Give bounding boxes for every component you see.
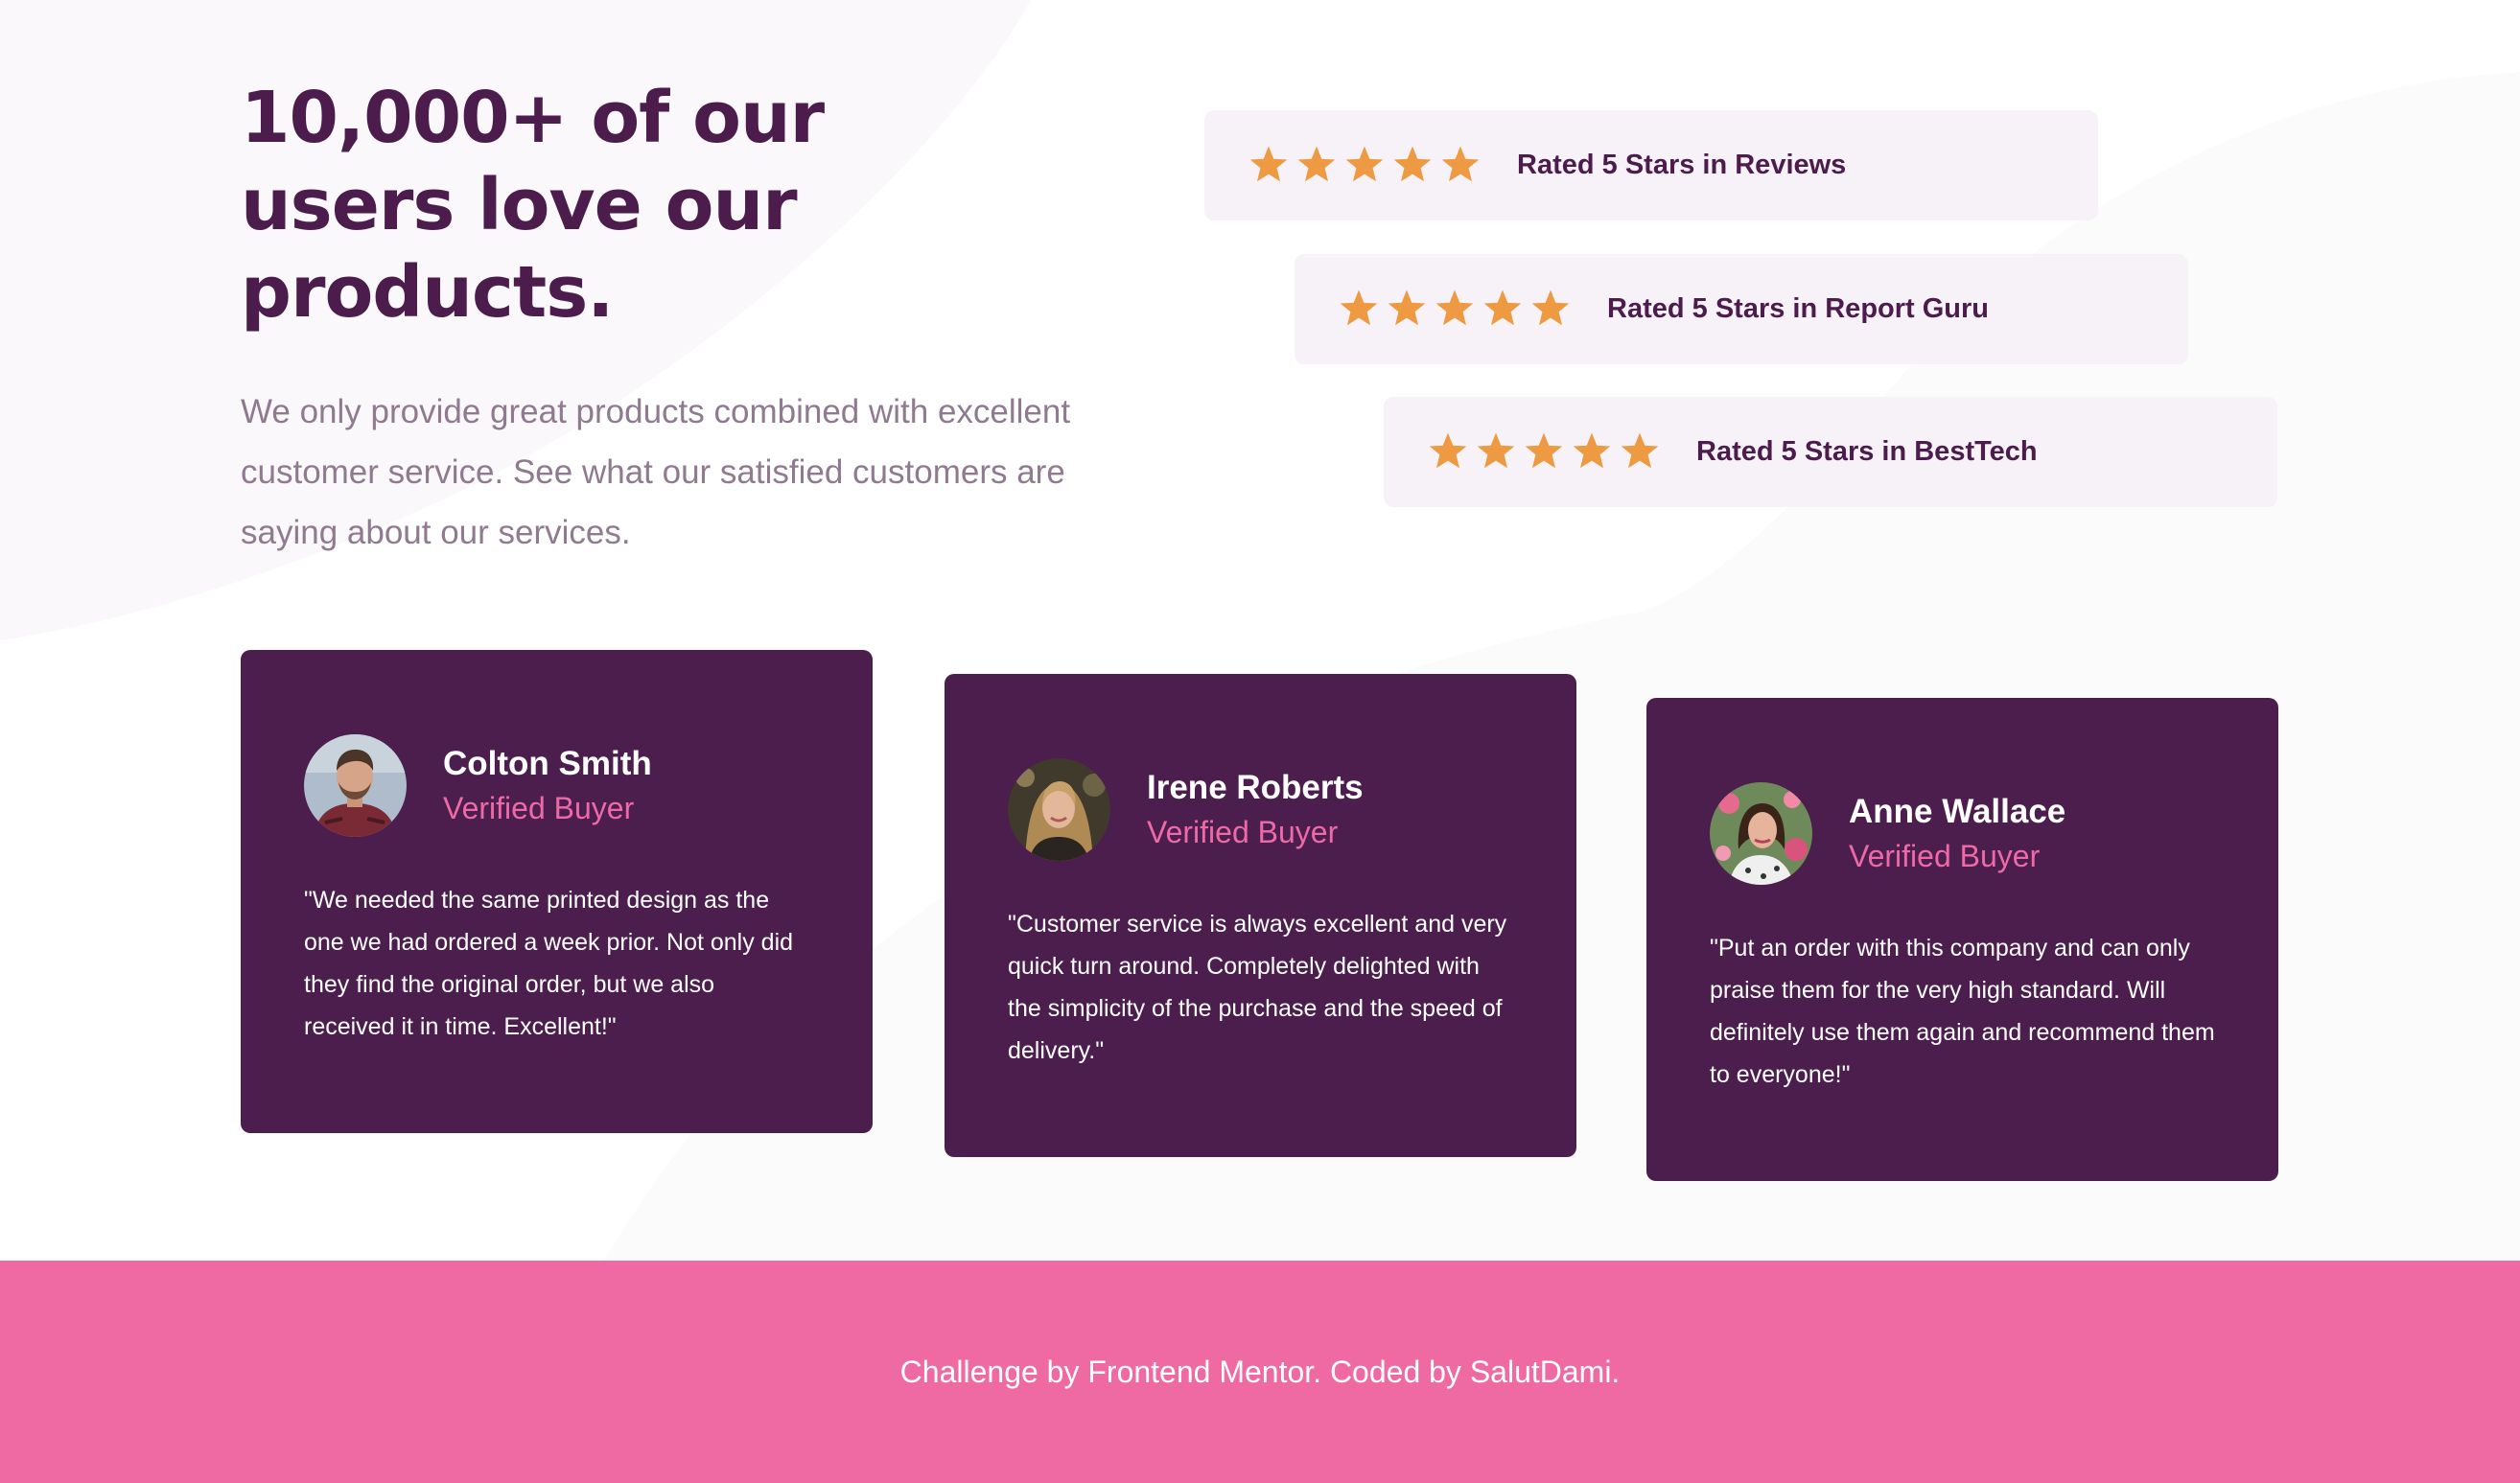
star-icon bbox=[1573, 432, 1611, 468]
testimonial-header: Colton Smith Verified Buyer bbox=[304, 734, 809, 837]
social-proof-section: 10,000+ of our users love our products. … bbox=[0, 0, 2520, 1261]
star-rating bbox=[1245, 142, 1517, 190]
reviewer-name: Colton Smith bbox=[443, 744, 652, 782]
reviewer-name: Anne Wallace bbox=[1849, 792, 2066, 830]
star-icon bbox=[1388, 290, 1426, 325]
star-rating bbox=[1335, 286, 1607, 334]
verified-buyer-badge: Verified Buyer bbox=[1147, 814, 1339, 849]
rating-report-guru: Rated 5 Stars in Report Guru bbox=[1295, 254, 2188, 364]
star-icon bbox=[1477, 432, 1515, 468]
avatar bbox=[304, 734, 407, 837]
star-icon bbox=[1340, 290, 1378, 325]
rating-reviews: Rated 5 Stars in Reviews bbox=[1204, 110, 2098, 220]
verified-buyer-badge: Verified Buyer bbox=[443, 790, 635, 825]
star-icon bbox=[1435, 290, 1474, 325]
testimonial-quote: "Customer service is always excellent an… bbox=[1008, 911, 1507, 1064]
avatar bbox=[1008, 758, 1110, 861]
rating-besttech: Rated 5 Stars in BestTech bbox=[1384, 397, 2277, 507]
page-footer: Challenge by Frontend Mentor. Coded by S… bbox=[0, 1261, 2520, 1483]
star-icon bbox=[1525, 432, 1563, 468]
rating-label: Rated 5 Stars in Reviews bbox=[1517, 150, 1847, 180]
intro-paragraph: We only provide great products combined … bbox=[241, 393, 1071, 551]
page-headline: 10,000+ of our users love our products. bbox=[241, 77, 825, 334]
rating-label: Rated 5 Stars in Report Guru bbox=[1607, 293, 1990, 324]
star-icon bbox=[1393, 146, 1432, 181]
star-icon bbox=[1249, 146, 1288, 181]
testimonial-card-anne-wallace: Anne Wallace Verified Buyer "Put an orde… bbox=[1646, 698, 2278, 1181]
star-icon bbox=[1429, 432, 1467, 468]
avatar bbox=[1710, 782, 1812, 885]
star-icon bbox=[1345, 146, 1384, 181]
star-icon bbox=[1531, 290, 1570, 325]
testimonial-card-irene-roberts: Irene Roberts Verified Buyer "Customer s… bbox=[945, 674, 1576, 1157]
verified-buyer-badge: Verified Buyer bbox=[1849, 838, 2041, 873]
testimonial-card-colton-smith: Colton Smith Verified Buyer "We needed t… bbox=[241, 650, 873, 1133]
star-icon bbox=[1297, 146, 1336, 181]
footer-attribution: Challenge by Frontend Mentor. Coded by S… bbox=[899, 1354, 1621, 1389]
star-icon bbox=[1441, 146, 1480, 181]
star-icon bbox=[1621, 432, 1659, 468]
testimonial-quote: "Put an order with this company and can … bbox=[1710, 935, 2215, 1088]
star-rating bbox=[1424, 429, 1696, 476]
star-icon bbox=[1483, 290, 1522, 325]
testimonial-quote: "We needed the same printed design as th… bbox=[304, 887, 794, 1040]
rating-label: Rated 5 Stars in BestTech bbox=[1696, 436, 2038, 467]
testimonial-header: Irene Roberts Verified Buyer bbox=[1008, 758, 1513, 861]
testimonial-header: Anne Wallace Verified Buyer bbox=[1710, 782, 2215, 885]
reviewer-name: Irene Roberts bbox=[1147, 768, 1364, 806]
